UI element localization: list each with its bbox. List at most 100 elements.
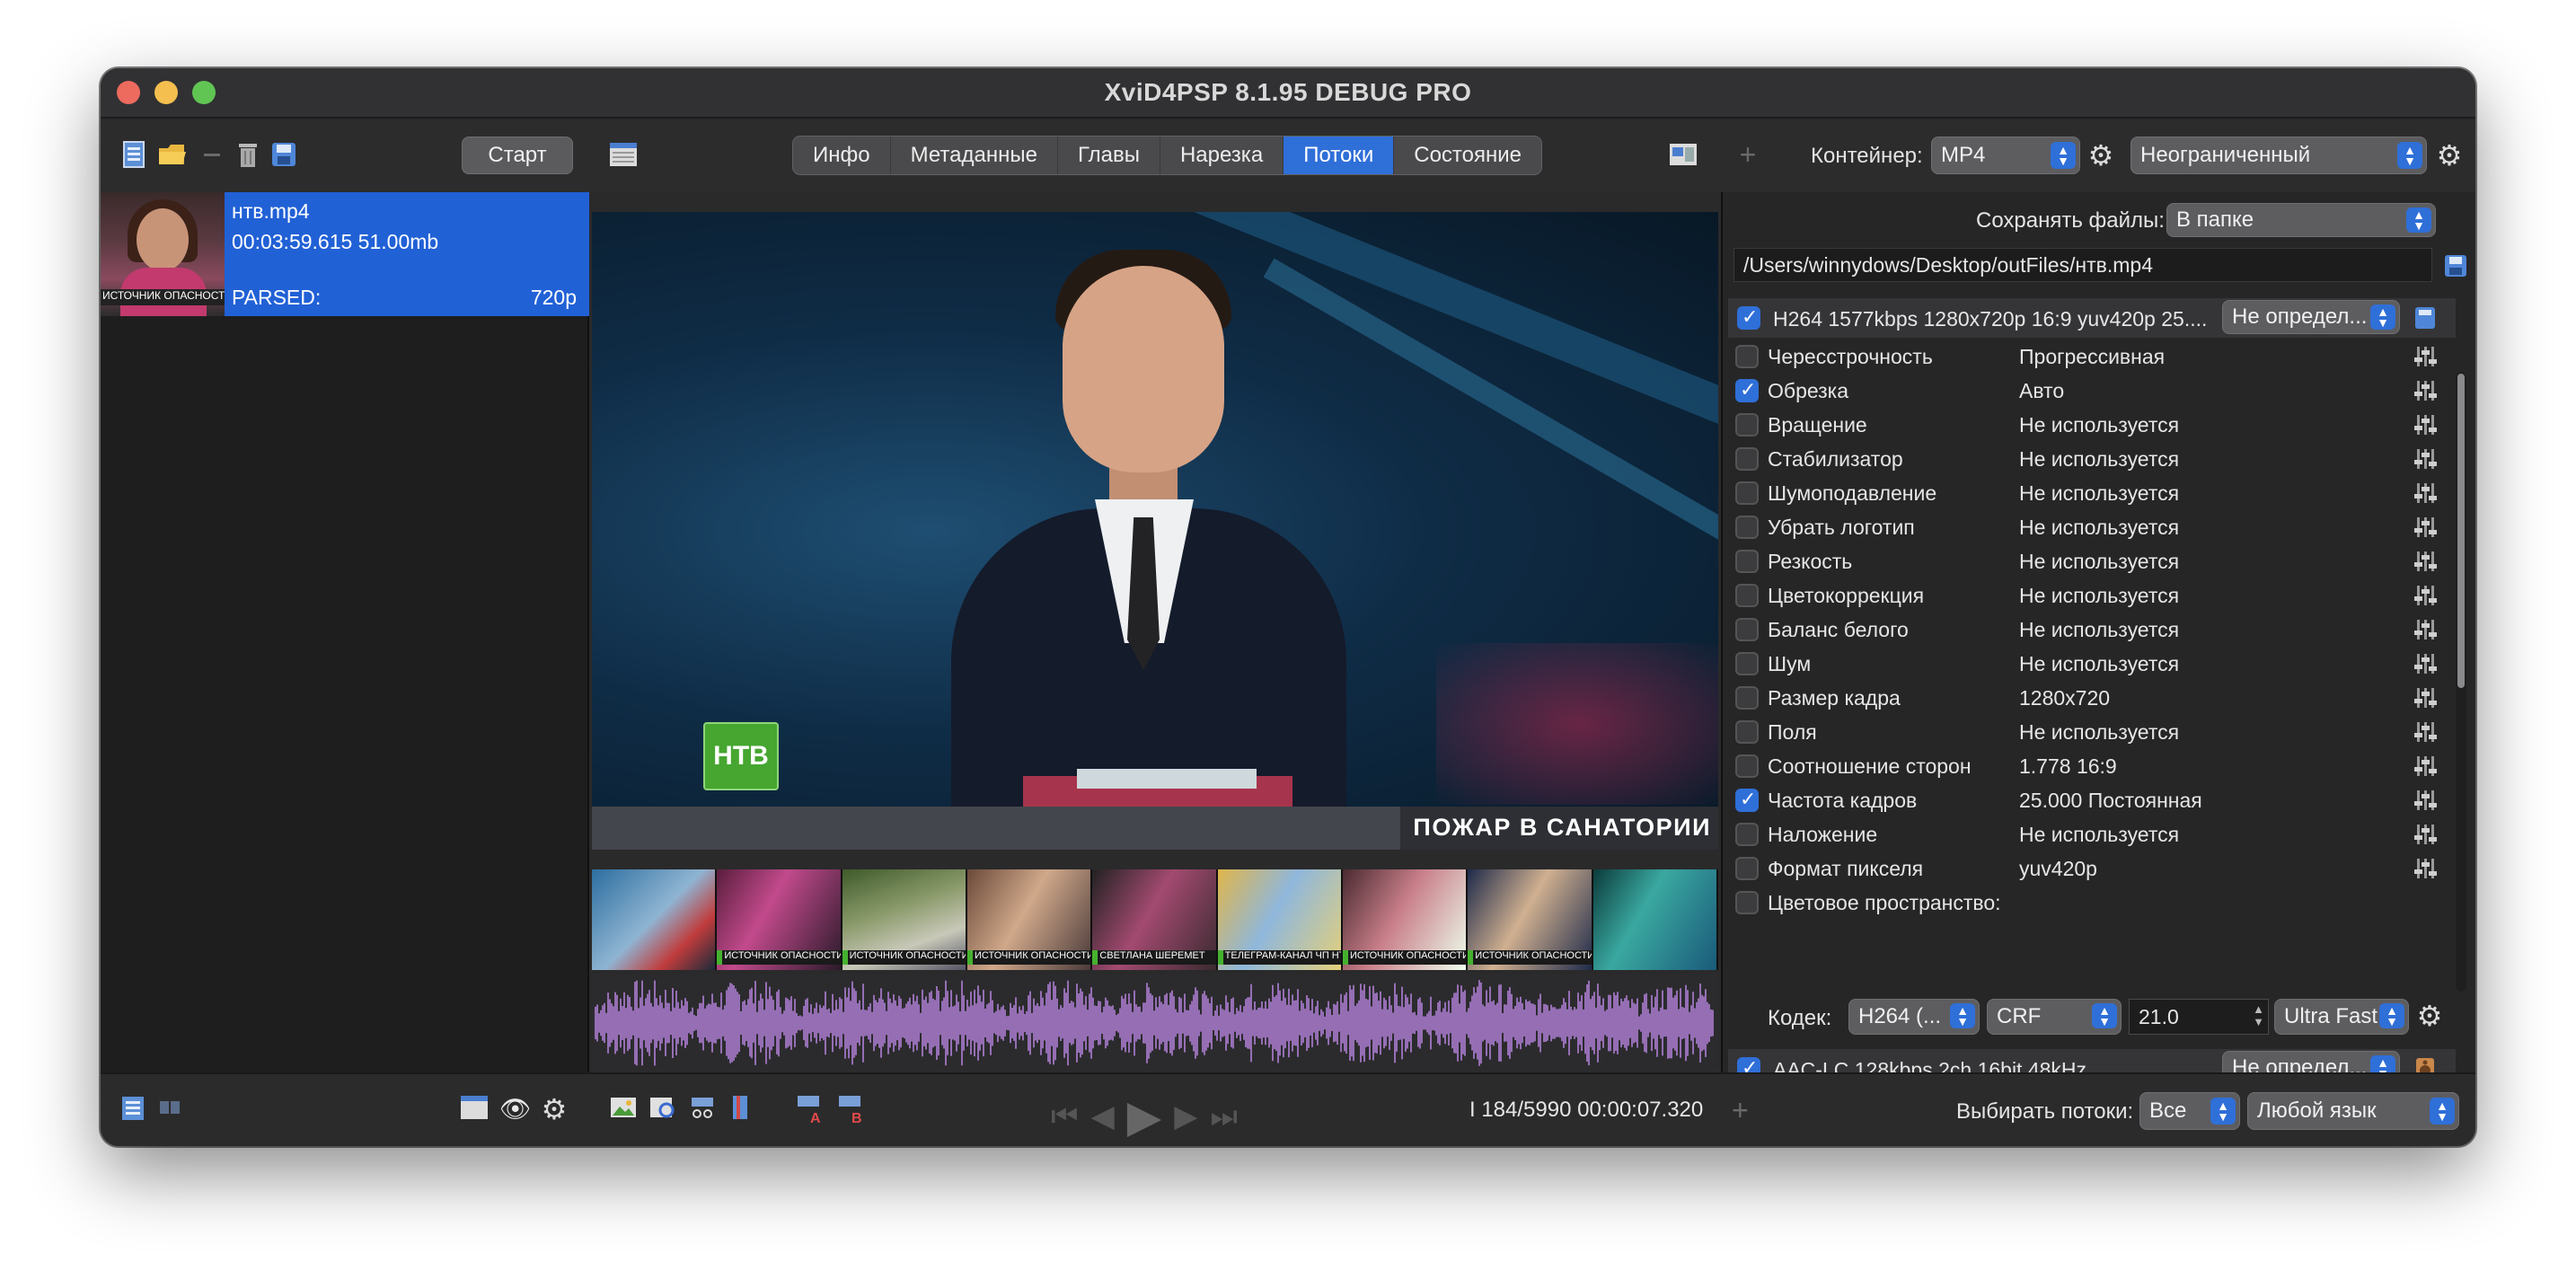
window-layout-icon[interactable]: [607, 138, 640, 171]
start-button[interactable]: Старт: [462, 137, 573, 174]
preview-settings-gear-icon[interactable]: ⚙: [539, 1094, 569, 1125]
trash-icon[interactable]: [232, 138, 264, 171]
container-settings-gear-icon[interactable]: ⚙: [2086, 140, 2116, 171]
remove-icon[interactable]: [196, 138, 228, 171]
step-forward-icon[interactable]: ▶: [1174, 1098, 1197, 1134]
filter-checkbox[interactable]: [1735, 378, 1759, 402]
film-list-icon[interactable]: [119, 1094, 151, 1126]
tab-metadata[interactable]: Метаданные: [891, 137, 1058, 174]
filter-settings-icon[interactable]: [2414, 789, 2438, 810]
video-preview[interactable]: НТВ ПОЖАР В САНАТОРИИ: [592, 212, 1718, 850]
filter-checkbox[interactable]: [1735, 823, 1759, 846]
limit-settings-gear-icon[interactable]: ⚙: [2434, 140, 2465, 171]
filter-checkbox[interactable]: [1735, 516, 1759, 539]
filter-settings-icon[interactable]: [2414, 345, 2438, 366]
streams-scrollbar-thumb[interactable]: [2457, 374, 2465, 688]
filter-checkbox[interactable]: [1735, 891, 1759, 914]
step-back-icon[interactable]: ◀: [1091, 1098, 1115, 1134]
save-location-select[interactable]: В папке ▲ ▼: [2166, 203, 2436, 237]
tab-chapters[interactable]: Главы: [1058, 137, 1160, 174]
open-folder-icon[interactable]: [156, 138, 189, 171]
filmstrip-frame[interactable]: ИСТОЧНИК ОПАСНОСТИ: [1342, 869, 1469, 970]
filter-checkbox[interactable]: [1735, 720, 1759, 744]
image-zoom-icon[interactable]: [648, 1094, 681, 1126]
filter-checkbox[interactable]: [1735, 857, 1759, 880]
filmstrip[interactable]: ИСТОЧНИК ОПАСНОСТИ ИСТОЧНИК ОПАСНОСТИ ИС…: [592, 869, 1718, 970]
skip-forward-icon[interactable]: ⏭: [1210, 1099, 1238, 1134]
set-marker-a-icon[interactable]: A: [794, 1094, 826, 1126]
preview-window-icon[interactable]: [1667, 138, 1699, 171]
stepper-arrows-icon[interactable]: ▲ ▼: [2253, 1003, 2264, 1028]
language-select[interactable]: Любой язык ▲ ▼: [2247, 1092, 2459, 1130]
video-stream-save-icon[interactable]: [2409, 302, 2441, 334]
tab-info[interactable]: Инфо: [793, 137, 891, 174]
filmstrip-frame[interactable]: [1592, 869, 1718, 970]
filter-settings-icon[interactable]: [2414, 720, 2438, 742]
filter-settings-icon[interactable]: [2414, 550, 2438, 571]
add-stream-icon[interactable]: +: [1732, 1094, 1764, 1126]
filmstrip-frame[interactable]: ИСТОЧНИК ОПАСНОСТИ: [966, 869, 1093, 970]
streams-select[interactable]: Все ▲ ▼: [2139, 1092, 2240, 1130]
add-icon[interactable]: +: [1732, 138, 1764, 171]
filmstrip-frame[interactable]: СВЕТЛАНА ШЕРЕМЕТ: [1092, 869, 1218, 970]
save-icon[interactable]: [268, 138, 300, 171]
filter-settings-icon[interactable]: [2414, 447, 2438, 469]
filter-checkbox[interactable]: [1735, 447, 1759, 471]
codec-select[interactable]: H264 (... ▲ ▼: [1848, 999, 1980, 1035]
size-limit-select[interactable]: Неограниченный ▲ ▼: [2130, 137, 2427, 174]
container-select[interactable]: MP4 ▲ ▼: [1931, 137, 2080, 174]
filter-settings-icon[interactable]: [2414, 754, 2438, 776]
zoom-window-button[interactable]: [192, 81, 216, 104]
screenshot-icon[interactable]: [609, 1094, 641, 1126]
filter-checkbox[interactable]: [1735, 550, 1759, 573]
filter-settings-icon[interactable]: [2414, 823, 2438, 844]
filter-checkbox[interactable]: [1735, 788, 1759, 812]
skip-back-icon[interactable]: ⏮: [1051, 1099, 1079, 1134]
rate-mode-select[interactable]: CRF ▲ ▼: [1987, 999, 2122, 1035]
filmstrip-frame[interactable]: ИСТОЧНИК ОПАСНОСТИ: [717, 869, 842, 970]
filter-settings-icon[interactable]: [2414, 516, 2438, 537]
filter-checkbox[interactable]: [1735, 481, 1759, 505]
filmstrip-frame[interactable]: ТЕЛЕГРАМ-КАНАЛ ЧП НТВ: [1217, 869, 1343, 970]
marker-icon[interactable]: [726, 1094, 758, 1126]
set-marker-b-icon[interactable]: B: [835, 1094, 868, 1126]
filter-checkbox[interactable]: [1735, 584, 1759, 607]
audio-waveform[interactable]: [592, 974, 1718, 1072]
save-path-icon[interactable]: [2439, 250, 2472, 282]
filter-settings-icon[interactable]: [2414, 584, 2438, 605]
close-window-button[interactable]: [117, 81, 140, 104]
video-stream-checkbox[interactable]: [1737, 305, 1760, 330]
filter-checkbox[interactable]: [1735, 652, 1759, 675]
filter-settings-icon[interactable]: [2414, 652, 2438, 674]
filter-checkbox[interactable]: [1735, 754, 1759, 778]
filter-settings-icon[interactable]: [2414, 481, 2438, 503]
codec-settings-gear-icon[interactable]: ⚙: [2414, 1001, 2445, 1031]
tab-status[interactable]: Состояние: [1394, 137, 1541, 174]
filmstrip-frame[interactable]: [592, 869, 718, 970]
filter-settings-icon[interactable]: [2414, 686, 2438, 708]
add-file-icon[interactable]: [119, 138, 151, 171]
filter-checkbox[interactable]: [1735, 345, 1759, 368]
layout-icon[interactable]: [460, 1094, 492, 1126]
filmstrip-frame[interactable]: ИСТОЧНИК ОПАСНОСТИ: [1468, 869, 1593, 970]
filter-checkbox[interactable]: [1735, 618, 1759, 641]
eye-icon[interactable]: 👁: [499, 1094, 532, 1126]
filmstrip-frame[interactable]: ИСТОЧНИК ОПАСНОСТИ: [842, 869, 967, 970]
filter-settings-icon[interactable]: [2414, 857, 2438, 878]
filter-settings-icon[interactable]: [2414, 413, 2438, 435]
tab-cutting[interactable]: Нарезка: [1160, 137, 1284, 174]
file-list-item[interactable]: ИСТОЧНИК ОПАСНОСТИ нтв.mp4 00:03:59.615 …: [101, 192, 589, 316]
minimize-window-button[interactable]: [154, 81, 178, 104]
play-icon[interactable]: ▶: [1127, 1090, 1161, 1142]
quality-stepper[interactable]: 21.0 ▲ ▼: [2129, 999, 2269, 1035]
tab-streams[interactable]: Потоки: [1284, 137, 1395, 174]
filter-checkbox[interactable]: [1735, 413, 1759, 437]
filter-settings-icon[interactable]: [2414, 618, 2438, 640]
preset-select[interactable]: Ultra Fast ▲ ▼: [2274, 999, 2409, 1035]
video-stream-header[interactable]: H264 1577kbps 1280x720p 16:9 yuv420p 25.…: [1728, 298, 2456, 338]
video-stream-language-select[interactable]: Не определ... ▲ ▼: [2222, 300, 2400, 334]
output-path-field[interactable]: /Users/winnydows/Desktop/outFiles/нтв.mp…: [1734, 248, 2432, 282]
batch-list-icon[interactable]: [156, 1094, 189, 1126]
filter-checkbox[interactable]: [1735, 686, 1759, 710]
trim-icon[interactable]: [688, 1094, 720, 1126]
